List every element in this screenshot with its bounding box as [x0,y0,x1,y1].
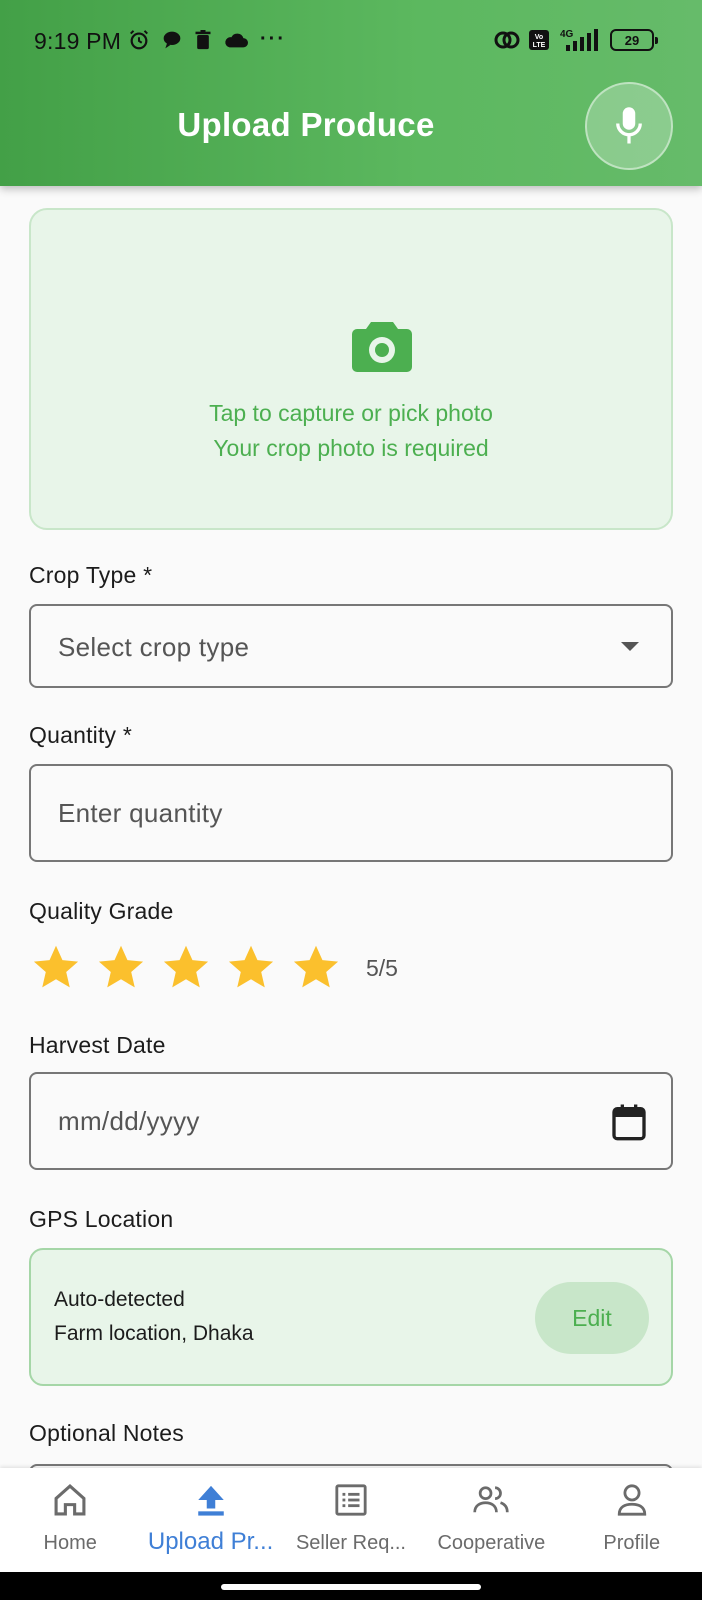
crop-type-label: Crop Type * [29,562,153,588]
quality-grade-label: Quality Grade [29,898,174,924]
nav-item-home[interactable]: Home [0,1468,140,1572]
system-gesture-area [0,1572,702,1600]
alarm-icon [128,29,150,51]
gesture-handle[interactable] [221,1584,481,1590]
chevron-down-icon [621,642,639,651]
page-title: Upload Produce [177,106,435,143]
nav-label-upload: Upload Pr... [147,1528,274,1555]
delete-icon [194,29,212,50]
edit-location-button[interactable]: Edit [535,1282,649,1354]
star-icon[interactable] [226,942,276,992]
nav-item-seller-requests[interactable]: Seller Req... [281,1468,421,1572]
rating-value: 5/5 [366,955,398,981]
quantity-placeholder: Enter quantity [58,798,223,828]
home-icon [50,1482,90,1518]
nav-item-cooperative[interactable]: Cooperative [421,1468,561,1572]
upload-icon [191,1482,231,1518]
crop-type-placeholder: Select crop type [58,632,250,662]
more-dots-icon: ··· [260,28,286,50]
harvest-date-label: Harvest Date [29,1032,166,1058]
list-icon [331,1482,371,1518]
quantity-label: Quantity * [29,722,132,748]
cloud-icon [224,31,248,49]
nav-label-seller-requests: Seller Req... [295,1532,406,1554]
star-icon[interactable] [161,942,211,992]
svg-text:LTE: LTE [533,42,546,49]
battery-icon: 29 [610,29,658,51]
group-icon [471,1482,511,1518]
upload-form: Tap to capture or pick photo Your crop p… [0,186,702,1468]
network-type-label: 4G [560,29,574,40]
gps-location-label: GPS Location [29,1206,174,1232]
gps-status: Auto-detected [54,1288,185,1311]
optional-notes-label: Optional Notes [29,1420,184,1446]
harvest-date-input[interactable]: mm/dd/yyyy [29,1072,673,1170]
status-notification-icons: ··· [128,28,286,51]
nav-item-profile[interactable]: Profile [562,1468,702,1572]
nav-label-profile: Profile [603,1532,661,1554]
crop-type-dropdown[interactable]: Select crop type [29,604,673,688]
bottom-navigation: Home Upload Pr... Seller Req... Cooperat… [0,1468,702,1572]
gps-location-card: Auto-detected Farm location, Dhaka Edit [29,1248,673,1386]
nav-item-upload[interactable]: Upload Pr... [140,1468,280,1572]
calendar-icon[interactable] [609,1102,649,1142]
nav-label-cooperative: Cooperative [437,1532,546,1554]
person-icon [612,1482,652,1518]
status-time: 9:19 PM [34,28,122,54]
chat-icon [162,30,182,50]
camera-icon [352,322,412,372]
photo-hint: Tap to capture or pick photo [209,400,493,426]
photo-picker[interactable]: Tap to capture or pick photo Your crop p… [29,208,673,530]
voice-input-button[interactable] [585,82,673,170]
star-icon[interactable] [31,942,81,992]
gps-location-value: Farm location, Dhaka [54,1322,254,1345]
hotspot-icon [494,29,520,51]
volte-icon: Vo LTE [528,29,550,51]
star-icon[interactable] [96,942,146,992]
signal-icon: 4G [558,28,602,52]
star-icon[interactable] [291,942,341,992]
quality-rating [31,942,341,992]
nav-label-home: Home [43,1532,97,1554]
harvest-date-placeholder: mm/dd/yyyy [58,1106,200,1136]
quantity-input[interactable]: Enter quantity [29,764,673,862]
upload-produce-screen: 9:19 PM ··· Vo LTE 4G 29 Upload Produce … [0,0,702,1600]
app-bar: 9:19 PM ··· Vo LTE 4G 29 Upload Produce [0,0,702,186]
status-system-icons: Vo LTE 4G 29 [494,28,658,52]
status-bar: 9:19 PM ··· Vo LTE 4G 29 [0,0,702,84]
microphone-icon [616,107,642,144]
photo-required-note: Your crop photo is required [213,435,489,461]
svg-text:Vo: Vo [535,34,543,41]
